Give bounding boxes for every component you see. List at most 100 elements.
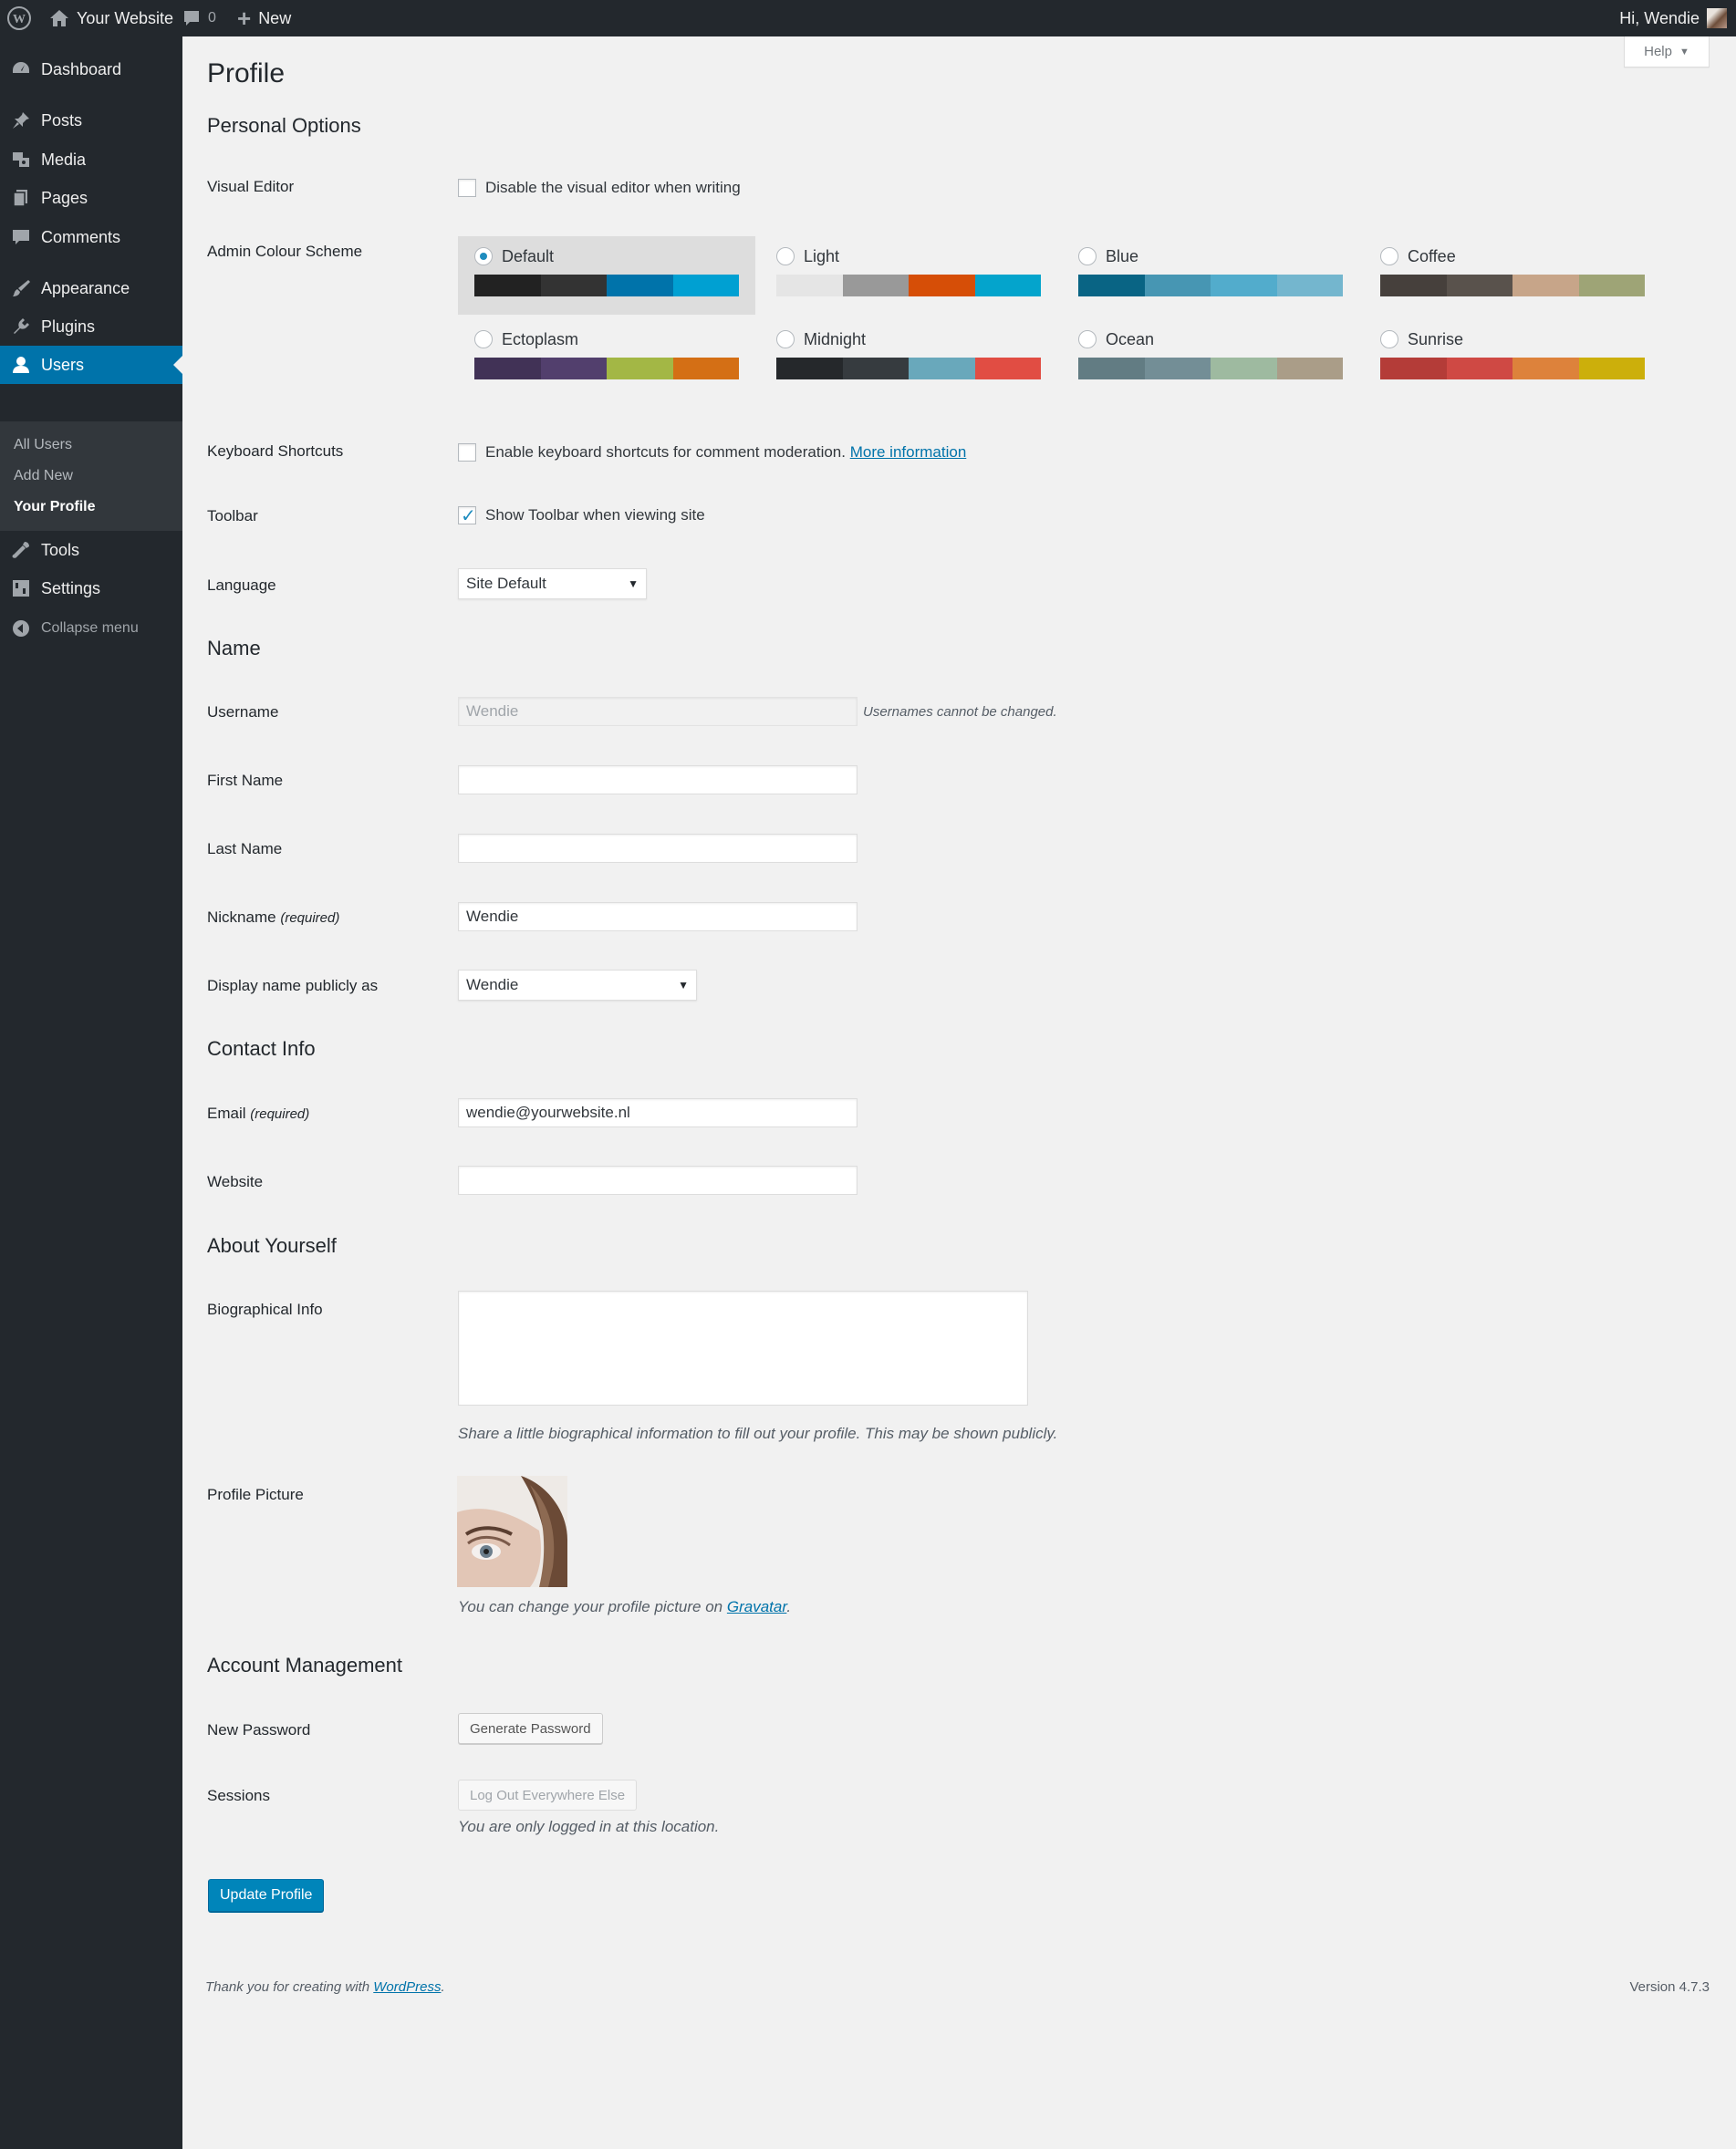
submenu-add-new[interactable]: Add New xyxy=(14,468,73,484)
colour-scheme-option[interactable]: Light xyxy=(760,236,1057,315)
language-select[interactable]: Site Default ▼ xyxy=(458,568,647,599)
site-name-link[interactable]: Your Website xyxy=(49,0,173,36)
gravatar-link[interactable]: Gravatar xyxy=(727,1598,787,1615)
colour-scheme-option[interactable]: Ectoplasm xyxy=(458,319,755,398)
keyboard-shortcuts-checkbox[interactable] xyxy=(458,443,476,462)
caret-down-icon: ▼ xyxy=(628,577,639,590)
colour-swatch xyxy=(1380,358,1447,379)
toolbar-label: Toolbar xyxy=(207,507,258,524)
email-label-text: Email xyxy=(207,1105,246,1122)
wrench-icon xyxy=(0,540,41,560)
brush-icon xyxy=(0,278,41,298)
footer-thanks: Thank you for creating with WordPress. xyxy=(205,1979,445,1995)
colour-swatches xyxy=(1380,358,1645,379)
keyboard-shortcuts-text: Enable keyboard shortcuts for comment mo… xyxy=(485,443,846,461)
visual-editor-checkbox-label[interactable]: Disable the visual editor when writing xyxy=(485,179,741,197)
nickname-label-text: Nickname xyxy=(207,908,276,926)
help-tab-button[interactable]: Help ▼ xyxy=(1624,36,1710,67)
display-name-select[interactable]: Wendie ▼ xyxy=(458,970,697,1001)
sessions-description: You are only logged in at this location. xyxy=(458,1818,720,1835)
submenu-all-users[interactable]: All Users xyxy=(14,437,72,453)
colour-swatch xyxy=(1380,275,1447,296)
log-out-everywhere-button: Log Out Everywhere Else xyxy=(458,1780,638,1811)
menu-label: Pages xyxy=(41,188,88,207)
section-personal-options: Personal Options xyxy=(207,114,361,137)
last-name-label: Last Name xyxy=(207,840,283,857)
menu-item-posts[interactable]: Posts xyxy=(0,101,182,140)
colour-swatch xyxy=(540,275,607,296)
website-input[interactable] xyxy=(458,1166,858,1195)
admin-bar: W Your Website 0 + New Hi, Wendie xyxy=(0,0,1736,36)
comment-icon xyxy=(184,11,199,26)
menu-item-media[interactable]: Media xyxy=(0,140,182,179)
new-content-link[interactable]: + New xyxy=(237,0,291,36)
first-name-label: First Name xyxy=(207,772,284,789)
display-name-value: Wendie xyxy=(466,976,519,993)
website-label: Website xyxy=(207,1173,264,1190)
settings-icon xyxy=(0,578,41,598)
colour-swatch xyxy=(1276,358,1343,379)
colour-swatch xyxy=(776,358,843,379)
collapse-menu-button[interactable]: Collapse menu xyxy=(0,609,182,648)
colour-scheme-radio[interactable] xyxy=(474,247,493,265)
colour-scheme-option[interactable]: Ocean xyxy=(1062,319,1359,398)
menu-item-settings[interactable]: Settings xyxy=(0,569,182,607)
nickname-input[interactable]: Wendie xyxy=(458,902,858,931)
nickname-label: Nickname (required) xyxy=(207,908,339,927)
colour-swatch xyxy=(909,358,975,379)
dashboard-icon xyxy=(0,59,41,79)
menu-item-users[interactable]: Users xyxy=(0,346,182,384)
colour-scheme-name: Blue xyxy=(1106,247,1139,265)
menu-label: Users xyxy=(41,355,85,374)
colour-scheme-radio[interactable] xyxy=(1078,330,1097,348)
colour-scheme-option[interactable]: Coffee xyxy=(1364,236,1661,315)
sessions-label: Sessions xyxy=(207,1787,270,1804)
colour-scheme-radio[interactable] xyxy=(776,247,795,265)
profile-picture-description-end: . xyxy=(786,1598,792,1615)
email-input[interactable]: wendie@yourwebsite.nl xyxy=(458,1098,858,1127)
wordpress-logo-icon[interactable]: W xyxy=(7,0,31,36)
menu-item-tools[interactable]: Tools xyxy=(0,531,182,569)
toolbar-checkbox[interactable] xyxy=(458,504,476,527)
colour-scheme-option[interactable]: Midnight xyxy=(760,319,1057,398)
help-label: Help xyxy=(1644,44,1672,59)
section-contact-info: Contact Info xyxy=(207,1037,316,1060)
colour-scheme-option[interactable]: Sunrise xyxy=(1364,319,1661,398)
colour-scheme-radio[interactable] xyxy=(1380,247,1398,265)
menu-item-pages[interactable]: Pages xyxy=(0,179,182,217)
colour-swatch xyxy=(474,358,541,379)
menu-item-comments[interactable]: Comments xyxy=(0,218,182,256)
submenu-your-profile[interactable]: Your Profile xyxy=(14,499,96,515)
colour-scheme-radio[interactable] xyxy=(776,330,795,348)
new-password-label: New Password xyxy=(207,1721,311,1739)
users-submenu: All Users Add New Your Profile xyxy=(0,421,182,531)
menu-item-plugins[interactable]: Plugins xyxy=(0,307,182,346)
colour-scheme-option[interactable]: Default xyxy=(458,236,755,315)
colour-scheme-option[interactable]: Blue xyxy=(1062,236,1359,315)
colour-scheme-radio[interactable] xyxy=(474,330,493,348)
more-information-link[interactable]: More information xyxy=(850,443,967,461)
visual-editor-checkbox[interactable] xyxy=(458,179,476,197)
profile-picture-image xyxy=(457,1476,567,1587)
toolbar-checkbox-label[interactable]: Show Toolbar when viewing site xyxy=(485,506,705,524)
colour-swatch xyxy=(1144,358,1211,379)
menu-label: Settings xyxy=(41,578,101,597)
update-profile-button[interactable]: Update Profile xyxy=(208,1879,325,1912)
bio-textarea[interactable] xyxy=(458,1291,1028,1406)
my-account-link[interactable]: Hi, Wendie xyxy=(1619,0,1727,36)
profile-picture-label: Profile Picture xyxy=(207,1486,304,1503)
first-name-input[interactable] xyxy=(458,765,858,794)
last-name-input[interactable] xyxy=(458,834,858,863)
footer-version: Version 4.7.3 xyxy=(1629,1979,1710,1995)
generate-password-button[interactable]: Generate Password xyxy=(458,1713,603,1744)
comments-link[interactable]: 0 xyxy=(182,0,216,36)
keyboard-shortcuts-checkbox-label[interactable]: Enable keyboard shortcuts for comment mo… xyxy=(485,443,966,462)
wordpress-link[interactable]: WordPress xyxy=(373,1979,441,1995)
menu-item-appearance[interactable]: Appearance xyxy=(0,269,182,307)
pages-icon xyxy=(0,188,41,208)
menu-item-dashboard[interactable]: Dashboard xyxy=(0,50,182,88)
colour-scheme-name: Ocean xyxy=(1106,330,1155,348)
colour-scheme-radio[interactable] xyxy=(1078,247,1097,265)
colour-scheme-radio[interactable] xyxy=(1380,330,1398,348)
colour-swatches xyxy=(474,275,739,296)
